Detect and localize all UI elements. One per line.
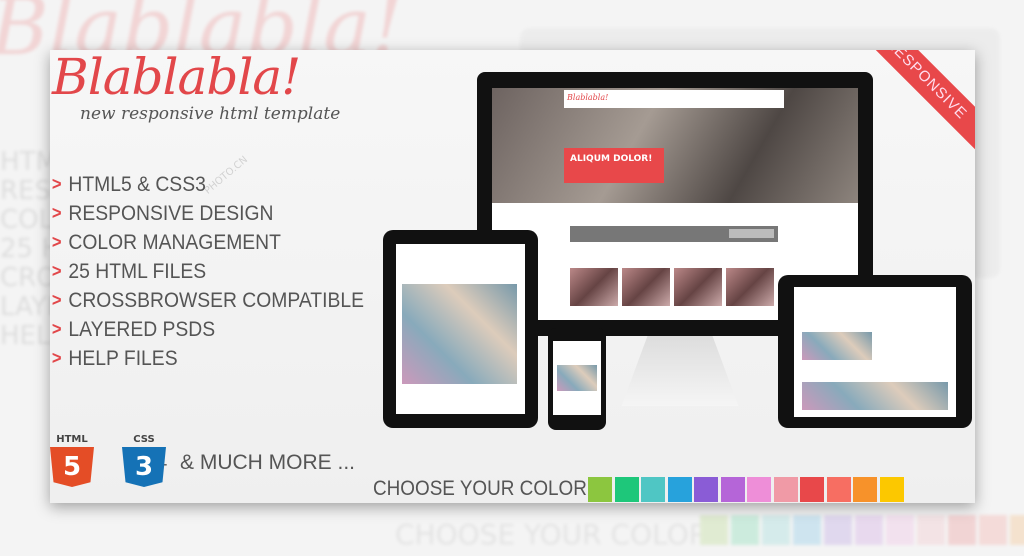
html5-shield-icon: 5 xyxy=(50,447,94,487)
feature-item: > HELP FILES xyxy=(50,344,364,373)
chevron-right-icon: > xyxy=(51,232,62,252)
preview-logo: Blablabla! xyxy=(567,93,609,102)
feature-label: HTML5 & CSS3 xyxy=(68,172,206,196)
pixelated-image xyxy=(802,332,872,360)
feature-list: > HTML5 & CSS3 > RESPONSIVE DESIGN > COLOR … xyxy=(50,170,391,373)
thumbnail xyxy=(570,268,618,306)
color-swatch[interactable] xyxy=(800,477,824,502)
phone-screen xyxy=(553,341,601,415)
html5-label: HTML xyxy=(56,434,88,445)
color-swatch[interactable] xyxy=(826,477,851,502)
feature-item: > LAYERED PSDS xyxy=(50,315,364,344)
color-swatch[interactable] xyxy=(614,477,639,502)
chevron-right-icon: > xyxy=(51,290,62,310)
background-swatch xyxy=(762,515,790,545)
color-swatch[interactable] xyxy=(853,477,877,502)
background-choose-label: CHOOSE YOUR COLOR! xyxy=(395,518,720,551)
preview-thumbnails xyxy=(570,268,774,306)
choose-color-label: CHOOSE YOUR COLOR! xyxy=(373,477,593,500)
promo-banner: Blablabla! new responsive html template … xyxy=(50,50,975,503)
monitor-stand xyxy=(621,336,739,406)
tablet-screen xyxy=(794,287,956,417)
color-swatches xyxy=(588,477,904,502)
background-swatch xyxy=(1010,515,1024,545)
thumbnail xyxy=(622,268,670,306)
logo: Blablabla! xyxy=(52,50,301,106)
feature-label: CROSSBROWSER COMPATIBLE xyxy=(68,288,364,312)
background-swatch xyxy=(700,515,728,545)
color-swatch[interactable] xyxy=(879,477,904,502)
tablet-portrait xyxy=(383,230,538,428)
feature-label: 25 HTML FILES xyxy=(68,259,207,283)
chevron-right-icon: > xyxy=(51,203,62,223)
background-swatch xyxy=(886,515,914,545)
color-swatch[interactable] xyxy=(588,477,612,502)
color-swatch[interactable] xyxy=(773,477,798,502)
hero-caption: ALIQUM DOLOR! xyxy=(564,148,664,183)
tagline: new responsive html template xyxy=(80,104,341,124)
background-swatch xyxy=(793,515,821,545)
smartphone xyxy=(548,328,606,430)
much-more-text: & MUCH MORE ... xyxy=(180,451,356,474)
feature-item: > RESPONSIVE DESIGN xyxy=(50,199,364,228)
chevron-right-icon: > xyxy=(51,348,62,368)
pixelated-image xyxy=(802,382,948,410)
preview-button xyxy=(729,229,774,238)
color-swatch[interactable] xyxy=(747,477,771,502)
chevron-right-icon: > xyxy=(51,319,62,339)
pixelated-image xyxy=(557,365,597,391)
thumbnail xyxy=(726,268,774,306)
feature-label: HELP FILES xyxy=(68,346,178,370)
feature-label: RESPONSIVE DESIGN xyxy=(68,201,274,225)
thumbnail xyxy=(674,268,722,306)
background-swatch xyxy=(948,515,976,545)
css3-logo: CSS 3 xyxy=(122,434,166,488)
color-swatch[interactable] xyxy=(720,477,745,502)
feature-label: LAYERED PSDS xyxy=(68,317,216,341)
tablet-landscape xyxy=(778,275,972,428)
feature-item: >25 HTML FILES xyxy=(50,257,364,286)
chevron-right-icon: > xyxy=(51,174,62,194)
preview-callout-bar xyxy=(570,226,778,242)
background-swatch xyxy=(855,515,883,545)
preview-nav: Blablabla! xyxy=(564,90,784,108)
tablet-screen xyxy=(396,244,525,414)
css3-shield-icon: 3 xyxy=(122,447,166,487)
background-swatch xyxy=(979,515,1007,545)
css3-label: CSS xyxy=(133,434,155,445)
feature-item: > CROSSBROWSER COMPATIBLE xyxy=(50,286,364,315)
background-swatch xyxy=(917,515,945,545)
feature-label: COLOR MANAGEMENT xyxy=(68,230,281,254)
color-swatch[interactable] xyxy=(641,477,665,502)
feature-item: > COLOR MANAGEMENT xyxy=(50,228,364,257)
color-swatch[interactable] xyxy=(694,477,718,502)
color-swatch[interactable] xyxy=(667,477,692,502)
background-swatch xyxy=(824,515,852,545)
chevron-right-icon: > xyxy=(51,261,62,281)
html5-logo: HTML 5 xyxy=(50,434,94,488)
pixelated-image xyxy=(402,284,517,384)
background-swatch xyxy=(731,515,759,545)
